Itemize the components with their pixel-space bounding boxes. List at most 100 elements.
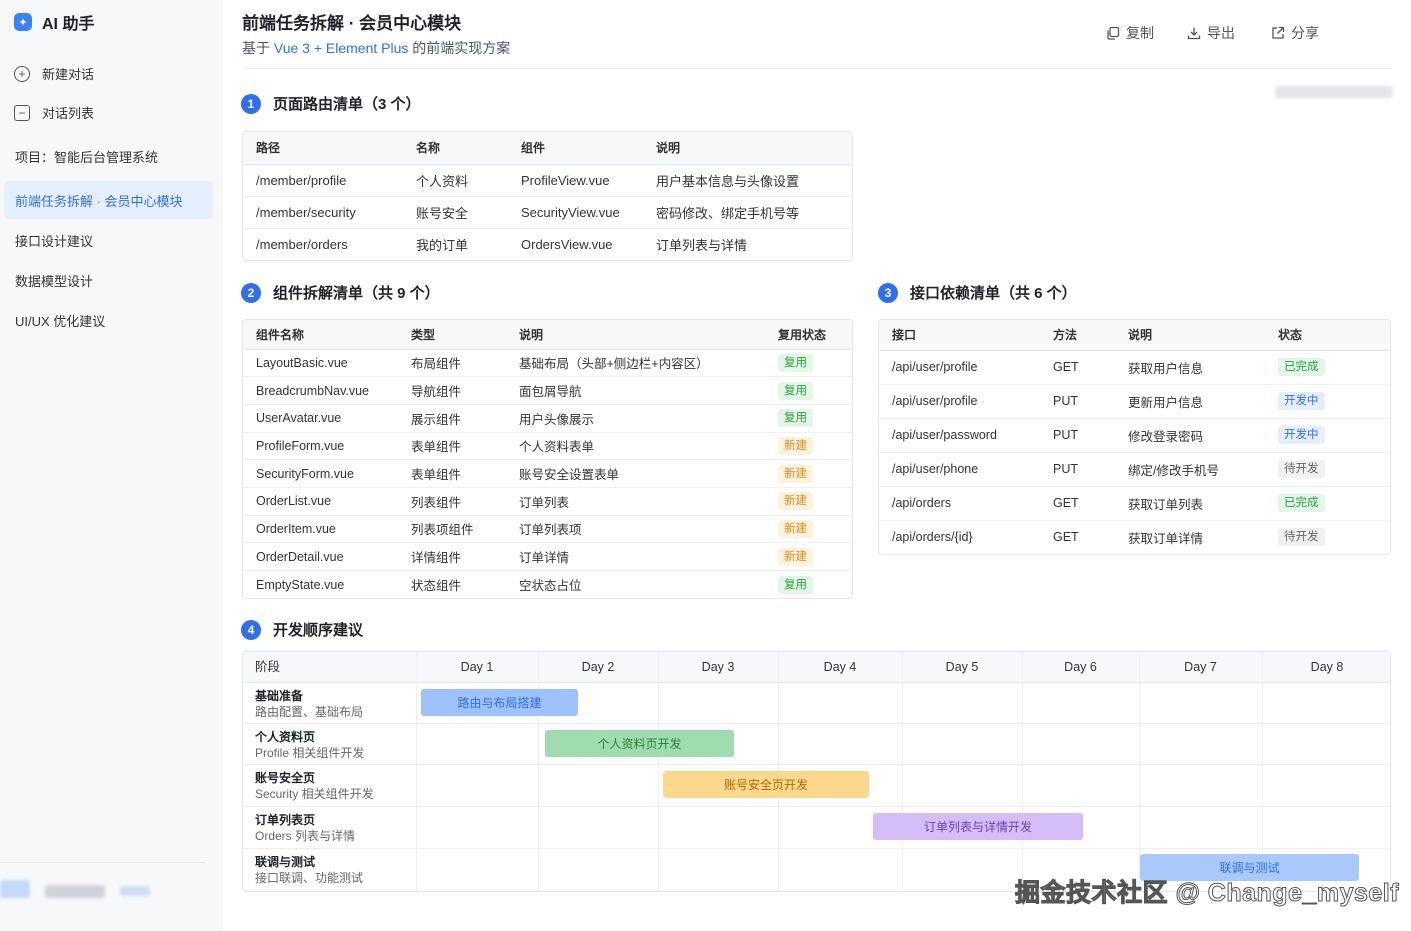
table-cell: 密码修改、绑定手机号等 bbox=[643, 196, 852, 229]
column-header: 名称 bbox=[403, 132, 508, 165]
table-cell: 待开发 bbox=[1265, 452, 1390, 487]
table-cell: OrderList.vue bbox=[243, 487, 398, 516]
export-button[interactable]: 导出 bbox=[1187, 23, 1235, 43]
column-header: 说明 bbox=[643, 132, 852, 165]
copy-button[interactable]: 复制 bbox=[1106, 23, 1154, 43]
sidebar-item-uiux[interactable]: UI/UX 优化建议 bbox=[4, 301, 213, 339]
table-cell: 展示组件 bbox=[398, 404, 506, 433]
table-cell: 用户头像展示 bbox=[506, 404, 765, 433]
stage-description: 接口联调、功能测试 bbox=[255, 871, 364, 885]
sidebar-item-task-breakdown[interactable]: 前端任务拆解 · 会员中心模块 bbox=[4, 181, 213, 219]
header-divider bbox=[242, 68, 1392, 69]
column-header: 接口 bbox=[879, 320, 1040, 351]
day-column-header: Day 6 bbox=[1064, 660, 1097, 674]
stage-name: 订单列表页 bbox=[255, 813, 316, 827]
table-cell: 复用 bbox=[765, 349, 852, 378]
routes-table: 路径 名称 组件 说明 /member/profile 个人资料 ProfileVi… bbox=[242, 131, 853, 261]
table-cell: GET bbox=[1053, 530, 1079, 545]
table-row: UserAvatar.vue 展示组件 用户头像展示 复用 bbox=[243, 404, 852, 433]
stage-name: 基础准备 bbox=[255, 689, 304, 703]
page-subtitle: 基于 Vue 3 + Element Plus 的前端实现方案 bbox=[242, 38, 510, 58]
column-header: 类型 bbox=[398, 320, 506, 350]
table-cell: 复用 bbox=[765, 376, 852, 405]
table-cell: OrderDetail.vue bbox=[243, 542, 398, 571]
table-row: /api/user/phone PUT 绑定/修改手机号 待开发 bbox=[879, 452, 1390, 487]
table-cell: 待开发 bbox=[1265, 520, 1390, 554]
table-cell: 账号安全设置表单 bbox=[506, 459, 765, 488]
stage-description: Profile 相关组件开发 bbox=[255, 746, 365, 760]
reuse-status-badge: 新建 bbox=[778, 492, 813, 511]
table-cell: /member/orders bbox=[256, 236, 348, 252]
table-cell: 绑定/修改手机号 bbox=[1115, 452, 1265, 487]
schedule-row: 账号安全页 Security 相关组件开发 账号安全页开发 bbox=[243, 765, 1390, 807]
stage-name: 联调与测试 bbox=[255, 855, 316, 869]
reuse-status-badge: 新建 bbox=[778, 436, 813, 455]
apis-section-title: 3 接口依赖清单（共 6 个） bbox=[878, 282, 1077, 303]
development-schedule: 阶段 Day 1 Day 2 Day 3 Day 4 Day 5 Day 6 Day 7 Da… bbox=[242, 651, 1391, 892]
table-row: SecurityForm.vue 表单组件 账号安全设置表单 新建 bbox=[243, 459, 852, 488]
share-label: 分享 bbox=[1291, 25, 1319, 41]
task-bar[interactable]: 订单列表与详情开发 bbox=[873, 813, 1083, 840]
table-cell: 账号安全 bbox=[403, 196, 508, 229]
section-number-badge: 2 bbox=[241, 282, 261, 303]
task-bar[interactable]: 路由与布局搭建 bbox=[421, 689, 578, 716]
table-cell: PUT bbox=[1040, 418, 1115, 453]
table-cell: 订单列表项 bbox=[506, 515, 765, 544]
stage-label: 订单列表页 Orders 列表与详情 bbox=[255, 812, 355, 844]
table-cell: PUT bbox=[1040, 452, 1115, 487]
components-table: 组件名称 类型 说明 复用状态 LayoutBasic.vue 布局组件 基础布局（… bbox=[242, 319, 853, 600]
watermark: 掘金技术社区 @ Change_myself bbox=[1014, 879, 1400, 908]
table-cell: /api/orders/{id} bbox=[892, 530, 973, 545]
column-header: 组件 bbox=[508, 132, 643, 165]
table-row: /api/user/profile PUT 更新用户信息 开发中 bbox=[879, 384, 1390, 419]
column-header: 说明 bbox=[1115, 320, 1265, 351]
table-cell: 复用 bbox=[765, 404, 852, 433]
page-title: 前端任务拆解 · 会员中心模块 bbox=[242, 14, 462, 33]
components-section-title: 2 组件拆解清单（共 9 个） bbox=[241, 282, 440, 303]
stage-name: 账号安全页 bbox=[255, 771, 316, 785]
table-row: OrderDetail.vue 详情组件 订单详情 新建 bbox=[243, 542, 852, 571]
api-status-badge: 已完成 bbox=[1278, 494, 1325, 512]
table-cell: 面包屑导航 bbox=[506, 376, 765, 405]
column-header: 状态 bbox=[1265, 320, 1390, 351]
table-cell: OrderItem.vue bbox=[243, 515, 398, 544]
table-cell: 更新用户信息 bbox=[1115, 384, 1265, 419]
chat-list-label: 对话列表 bbox=[42, 106, 95, 121]
table-row: /api/orders/{id} GET 获取订单详情 待开发 bbox=[879, 520, 1390, 554]
table-cell: 新建 bbox=[765, 542, 852, 571]
sidebar-item-data-model[interactable]: 数据模型设计 bbox=[4, 261, 213, 299]
new-chat-label: 新建对话 bbox=[42, 67, 95, 82]
table-cell: 获取用户信息 bbox=[1115, 350, 1265, 385]
table-cell: 个人资料表单 bbox=[506, 432, 765, 461]
reuse-status-badge: 复用 bbox=[778, 575, 813, 594]
table-cell: /api/user/phone bbox=[879, 452, 1040, 487]
chat-list-button[interactable]: − 对话列表 bbox=[14, 103, 94, 122]
table-cell: /member/profile bbox=[243, 164, 403, 197]
subtitle-tech-stack: Vue 3 + Element Plus bbox=[273, 40, 409, 56]
table-cell: EmptyState.vue bbox=[256, 577, 345, 592]
stage-column-header: 阶段 bbox=[255, 660, 281, 674]
apis-table: 接口 方法 说明 状态 /api/user/profile GET 获取用户信息 已完… bbox=[878, 319, 1391, 555]
sidebar-item-api-design[interactable]: 接口设计建议 bbox=[4, 221, 213, 259]
share-icon bbox=[1272, 26, 1285, 39]
table-cell: 用户基本信息与头像设置 bbox=[643, 164, 852, 197]
table-cell: 列表项组件 bbox=[398, 515, 506, 544]
table-cell: 新建 bbox=[765, 515, 852, 544]
new-chat-button[interactable]: + 新建对话 bbox=[14, 64, 94, 83]
day-column-header: Day 5 bbox=[945, 660, 979, 674]
column-header: 复用状态 bbox=[765, 320, 852, 350]
table-row: /member/profile 个人资料 ProfileView.vue 用户基本信息… bbox=[243, 164, 852, 197]
copy-label: 复制 bbox=[1126, 25, 1154, 41]
table-row: /member/security 账号安全 SecurityView.vue 密码修改… bbox=[243, 196, 852, 229]
table-cell: /member/security bbox=[243, 196, 403, 229]
plus-circle-icon: + bbox=[14, 65, 30, 82]
download-icon bbox=[1187, 27, 1201, 40]
task-bar[interactable]: 个人资料页开发 bbox=[545, 730, 734, 757]
section-number-badge: 3 bbox=[878, 282, 898, 303]
api-status-badge: 开发中 bbox=[1278, 426, 1325, 444]
user-badge-redacted bbox=[120, 886, 150, 896]
task-bar[interactable]: 账号安全页开发 bbox=[663, 771, 869, 798]
sidebar-divider bbox=[0, 862, 205, 863]
share-button[interactable]: 分享 bbox=[1271, 23, 1319, 43]
table-cell: 开发中 bbox=[1265, 418, 1390, 453]
